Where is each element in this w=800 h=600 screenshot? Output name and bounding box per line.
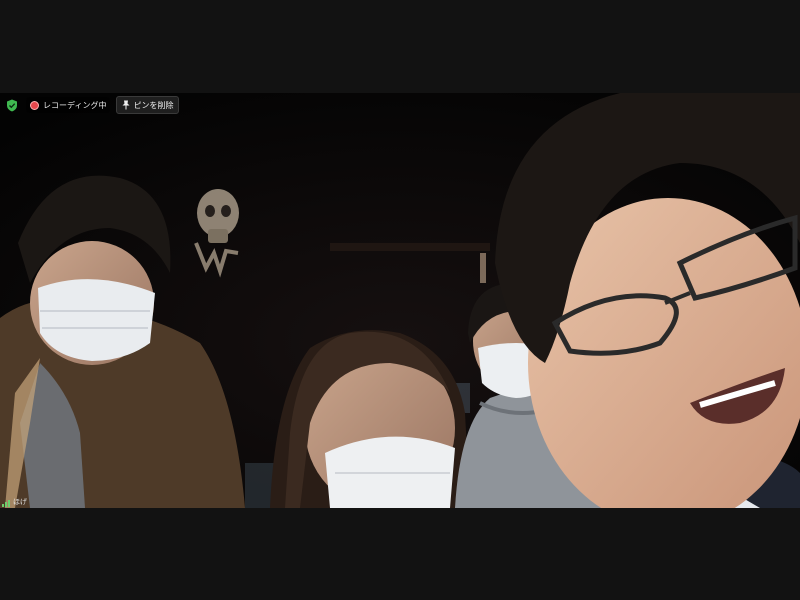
signal-strength-icon: [2, 499, 10, 507]
record-dot-icon: [30, 100, 39, 110]
remove-pin-button[interactable]: ピンを削除: [116, 96, 180, 114]
video-feed: [0, 93, 800, 508]
meeting-status-bar: レコーディング中 ピンを削除: [4, 96, 180, 114]
pin-icon: [122, 100, 130, 110]
recording-indicator[interactable]: レコーディング中: [26, 97, 111, 113]
participant-name: ほげ: [13, 498, 27, 506]
remove-pin-label: ピンを削除: [133, 100, 174, 110]
video-frame-image: [0, 93, 800, 508]
shield-check-icon[interactable]: [4, 97, 20, 113]
recording-label: レコーディング中: [43, 100, 107, 110]
participant-name-bar: ほげ: [2, 495, 27, 507]
meeting-window: レコーディング中 ピンを削除 ほげ: [0, 0, 800, 600]
